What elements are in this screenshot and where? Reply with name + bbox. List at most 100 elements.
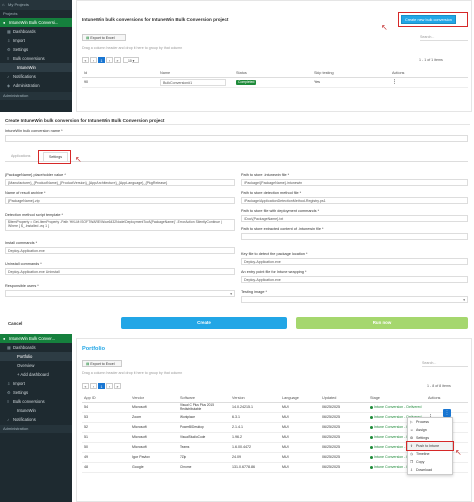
prev-page-button[interactable]: ‹ [90,383,97,389]
sidebar-item-notifications[interactable]: ♪ Notifications [0,72,72,81]
last-page-button[interactable]: » [114,383,121,389]
dashboard-icon: ▦ [7,345,11,350]
first-page-button[interactable]: « [82,57,89,63]
sidebar-item-import[interactable]: ⇩ Import [0,36,72,45]
sidebar-item-bulk-conversions[interactable]: ≡ Bulk conversions [0,397,72,406]
last-page-button[interactable]: » [114,57,121,63]
cell-version: 1.96.2 [230,432,280,443]
col-status[interactable]: Status [234,69,312,78]
administration-section[interactable]: Administration [0,425,72,433]
menu-item-timeline[interactable]: ◷ Timeline [408,450,452,458]
cell-version: 6.3.1 [230,412,280,423]
menu-item-download[interactable]: ⇩ Download [408,466,452,474]
search-input-1[interactable]: Search... [420,35,468,41]
cell-actions: ⋮ [390,77,468,88]
page-1-button[interactable]: 1 [98,57,105,63]
portfolio-title: Portfolio [82,346,105,352]
sidebar-item-administration[interactable]: ◈ Administration [0,81,72,90]
export-excel-button[interactable]: ▤ Export to Excel [82,360,122,367]
menu-item-process[interactable]: ▷ Process [408,418,452,426]
responsible-users-select[interactable]: ▾ [5,290,235,297]
cell-language: MUI [280,412,320,423]
sidebar-item-notifications[interactable]: ♪ Notifications [0,415,72,424]
key-file-input[interactable]: Deploy-Application.exe [241,258,468,265]
col-skip-testing[interactable]: Skip testing [312,69,390,78]
bell-icon: ♪ [7,74,9,79]
run-now-button[interactable]: Run now [296,317,468,329]
stage-label: Intune Conversion - Delivered [374,405,422,409]
uninstall-commands-input[interactable]: Deploy-Application.exe Uninstall [5,268,235,275]
cell-version: 1.6.00.4472 [230,442,280,453]
col-app-id[interactable]: App ID [82,394,130,403]
projects-label: Projects [0,10,72,18]
create-button-highlight [398,12,468,27]
sidebar-item-intunewin[interactable]: IntuneWin [0,63,72,72]
cell-language: MUI [280,452,320,463]
cancel-button[interactable]: Cancel [8,321,22,326]
detection-script-input[interactable]: $ItemProperty = Get-ItemProperty -Path '… [5,219,235,231]
table-row[interactable]: 90 BulkConversion#1 Completed Yes ⋮ [82,77,468,88]
detection-file-input[interactable]: \Package\ApplicationDetectionMethod-Regi… [241,197,468,204]
prev-page-button[interactable]: ‹ [90,57,97,63]
shield-icon: ◈ [7,83,11,88]
cursor-icon: ↖ [381,23,388,32]
status-dot-icon [370,415,373,419]
next-page-button[interactable]: › [106,383,113,389]
create-button[interactable]: Create [121,317,287,329]
cell-vendor: Zoom [130,412,178,423]
chevron-down-icon: ▾ [230,292,232,296]
export-excel-button[interactable]: ▤ Export to Excel [82,34,126,41]
status-badge: Completed [236,79,257,85]
menu-item-assign[interactable]: ☺ Assign [408,426,452,434]
col-updated[interactable]: Updated [320,394,368,403]
sidebar-item-intunewin[interactable]: IntuneWin [0,406,72,415]
col-vendor[interactable]: Vendor [130,394,178,403]
sidebar-item-dashboards[interactable]: ▦ Dashboards [0,343,72,352]
deployment-file-input[interactable]: \Doc\{PackageName}.txt [241,215,468,222]
cell-id: 90 [82,77,158,88]
col-software[interactable]: Software [178,394,230,403]
pager-1: «‹ 1 ›» 10 ▾ [82,57,140,64]
search-input-3[interactable]: Search... [422,361,468,367]
more-vertical-icon[interactable]: ⋮ [392,79,397,85]
sidebar-item-import[interactable]: ⇩ Import [0,379,72,388]
entry-point-input[interactable]: Deploy-Application.exe [241,276,468,283]
tab-applications[interactable]: Applications [11,154,30,158]
sidebar-item-dashboards[interactable]: ▦ Dashboards [0,27,72,36]
placeholder-input[interactable]: {Manufacturer}_{ProductName}_{ProductVer… [5,179,235,186]
row-actions-button[interactable]: ⋮ [443,409,451,417]
project-selector[interactable]: ● IntuneWin Bulk Conversi... [0,18,72,27]
sidebar-item-bulk-conversions[interactable]: ≡ Bulk conversions [0,54,72,63]
intunewin-path-input[interactable]: \Package\{PackageName}.intunewin [241,179,468,186]
col-version[interactable]: Version [230,394,280,403]
key-file-label: Key file to detect the package location … [241,252,308,256]
table-row[interactable]: 54 Microsoft Visual C Plus Plus 2015 Redis… [82,402,468,413]
name-input[interactable] [5,135,468,142]
project-selector[interactable]: ● IntuneWin Bulk Conver... [0,334,72,343]
col-name[interactable]: Name [158,69,234,78]
deployment-file-label: Path to store file with deployment comma… [241,209,320,213]
sidebar-item-overview[interactable]: Overview [0,361,72,370]
administration-section[interactable]: Administration [0,92,72,100]
page-1-button[interactable]: 1 [98,383,105,389]
sidebar-item-settings[interactable]: ⚙ Settings [0,45,72,54]
cell-version: 24.09 [230,452,280,463]
extracted-content-input[interactable] [241,233,468,240]
install-commands-input[interactable]: Deploy-Application.exe [5,247,235,254]
menu-item-copy[interactable]: ❐ Copy [408,458,452,466]
copy-icon: ❐ [410,460,414,464]
sidebar-item-portfolio[interactable]: Portfolio [0,352,72,361]
sidebar-item-add-dashboard[interactable]: + Add dashboard [0,370,72,379]
sidebar-item-settings[interactable]: ⚙ Settings [0,388,72,397]
my-projects-link[interactable]: ⌂ My Projects [0,0,72,10]
testing-image-select[interactable]: ▾ [241,296,468,303]
col-language[interactable]: Language [280,394,320,403]
create-form: Create IntuneWin bulk conversion for Int… [0,114,474,334]
col-stage[interactable]: Stage [368,394,426,403]
first-page-button[interactable]: « [82,383,89,389]
next-page-button[interactable]: › [106,57,113,63]
col-id[interactable]: Id [82,69,158,78]
page-size-select[interactable]: 10 ▾ [123,57,140,64]
sidebar-3: ● IntuneWin Bulk Conver... ▦ Dashboards Po… [0,334,72,502]
result-archive-input[interactable]: {PackageName}.zip [5,197,235,204]
